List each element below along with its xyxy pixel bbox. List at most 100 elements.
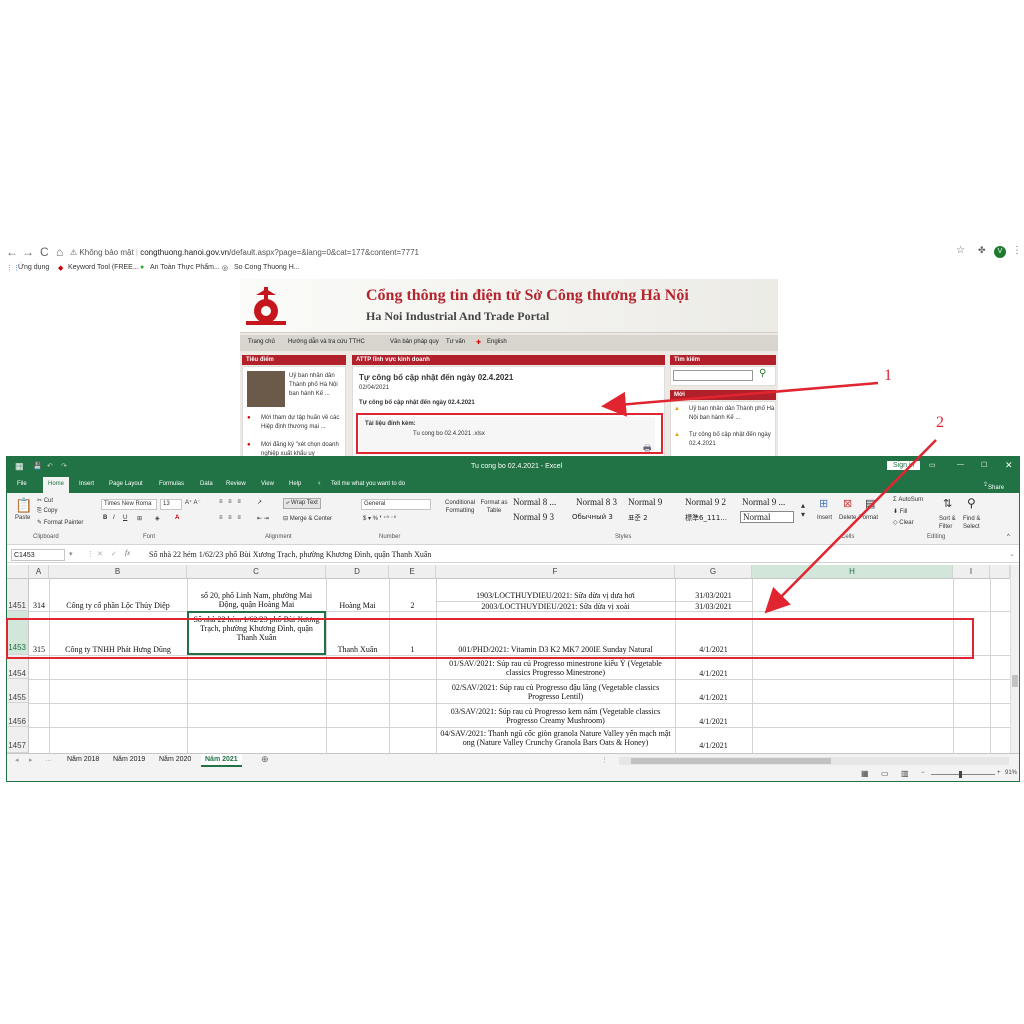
tab-formulas[interactable]: Formulas [159, 481, 184, 487]
format-cells-button[interactable]: Format [859, 515, 878, 521]
insert-cells-icon[interactable]: ⊞ [819, 497, 828, 510]
font-size-select[interactable]: 13 [160, 499, 182, 510]
orientation-icon[interactable]: ↗ [257, 499, 262, 506]
styles-scroll-icon[interactable]: ▴ ▾ [801, 501, 805, 519]
col-header-g[interactable]: G [675, 565, 752, 579]
italic-icon[interactable]: I [113, 515, 115, 521]
tab-insert[interactable]: Insert [79, 481, 94, 487]
cell-g1454[interactable]: 4/1/2021 [675, 669, 752, 678]
menu-item-consult[interactable]: Tư vấn [446, 339, 465, 345]
tab-home[interactable]: Home [43, 477, 70, 493]
formula-input[interactable]: Số nhà 22 hẻm 1/62/23 phố Bùi Xương Trạc… [149, 550, 431, 559]
reload-icon[interactable]: C [40, 245, 49, 259]
formula-bar-options-icon[interactable]: ⋮ [87, 550, 94, 558]
row-header[interactable]: 1451 [7, 579, 29, 611]
zoom-level[interactable]: 91% [1005, 770, 1017, 776]
col-header-b[interactable]: B [49, 565, 187, 579]
bookmark-food-safety[interactable]: An Toàn Thực Phẩm... [150, 264, 220, 271]
add-sheet-icon[interactable]: ⊕ [261, 754, 269, 765]
autosum-button[interactable]: Σ AutoSum [893, 497, 923, 503]
page-break-view-icon[interactable]: ▥ [901, 769, 909, 778]
close-icon[interactable]: ✕ [1005, 460, 1013, 471]
back-icon[interactable]: ← [6, 245, 18, 259]
row-header[interactable]: 1457 [7, 727, 29, 753]
row-header[interactable]: 1455 [7, 679, 29, 703]
forward-icon[interactable]: → [22, 245, 34, 259]
cell-d1451[interactable]: Hoàng Mai [326, 601, 389, 610]
style-normal-9[interactable]: Normal 9 [628, 497, 662, 507]
star-icon[interactable]: ☆ [956, 245, 965, 256]
extensions-icon[interactable]: ✤ [978, 245, 986, 256]
cell-f1457[interactable]: 04/SAV/2021: Thanh ngũ cốc giòn granola … [436, 729, 675, 747]
save-icon[interactable]: 💾 [33, 462, 42, 470]
col-header-d[interactable]: D [326, 565, 389, 579]
tab-page-layout[interactable]: Page Layout [109, 481, 143, 487]
delete-cells-button[interactable]: Delete [839, 515, 856, 521]
menu-icon[interactable]: ⋮ [1012, 245, 1022, 256]
wrap-text-button[interactable]: ⤶ Wrap Text [283, 498, 321, 509]
menu-item-guide[interactable]: Hướng dẫn và tra cứu TTHC [288, 339, 365, 345]
sort-filter-button[interactable]: Sort & Filter [939, 515, 965, 531]
undo-icon[interactable]: ↶ [47, 462, 53, 470]
bookmark-keyword-tool[interactable]: Keyword Tool (FREE... [68, 264, 139, 271]
site-search-input[interactable] [673, 370, 753, 381]
tab-data[interactable]: Data [200, 481, 213, 487]
grow-font-icon[interactable]: A⁺ A⁻ [185, 499, 201, 506]
cell-c1451[interactable]: số 20, phố Linh Nam, phường Mai Động, qu… [187, 591, 326, 609]
format-painter-button[interactable]: ✎ Format Painter [37, 519, 83, 526]
conditional-formatting-button[interactable]: Conditional Formatting [443, 499, 477, 515]
select-all-corner[interactable] [7, 565, 29, 579]
font-color-icon[interactable]: A [175, 515, 179, 521]
number-format-select[interactable]: General [361, 499, 431, 510]
enter-icon[interactable]: ✓ [111, 550, 117, 558]
font-name-select[interactable]: Times New Roma [101, 499, 157, 510]
name-box[interactable]: C1453 [11, 549, 65, 561]
menu-item-english[interactable]: English [487, 339, 507, 345]
more-tabs-icon[interactable]: … [45, 756, 52, 763]
normal-view-icon[interactable]: ▦ [861, 769, 869, 778]
vertical-align-icons[interactable]: ≡ ≡ ≡ [219, 499, 243, 505]
menu-item-home[interactable]: Trang chủ [248, 339, 275, 345]
name-box-dropdown-icon[interactable]: ▾ [69, 550, 73, 558]
insert-cells-button[interactable]: Insert [817, 515, 832, 521]
sheet-tab-2018[interactable]: Năm 2018 [67, 756, 99, 763]
cell-a1451[interactable]: 314 [29, 601, 49, 610]
copy-button[interactable]: ⎘ Copy [37, 508, 57, 515]
number-format-icons[interactable]: $ ▾ % ❜ ⁺⁰ ⁻⁰ [363, 515, 396, 522]
avatar[interactable]: V [994, 246, 1006, 258]
cell-g1456[interactable]: 4/1/2021 [675, 717, 752, 726]
delete-cells-icon[interactable]: ⊠ [843, 497, 852, 510]
menu-item-legal[interactable]: Văn bản pháp quy [390, 339, 439, 345]
tab-review[interactable]: Review [226, 481, 246, 487]
merge-center-button[interactable]: ⊟ Merge & Center [283, 515, 332, 522]
style-normal-9-more[interactable]: Normal 9 ... [742, 497, 785, 507]
style-normal-9-2[interactable]: Normal 9 2 [685, 497, 726, 507]
tell-me-search[interactable]: Tell me what you want to do [331, 481, 405, 487]
cell-g1455[interactable]: 4/1/2021 [675, 693, 752, 702]
new-item[interactable]: Tự công bố cập nhật đến ngày 02.4.2021 [689, 431, 775, 449]
cell-f1451[interactable]: 1903/LOCTHUYDIEU/2021: Sữa dừa vị dưa hơ… [436, 591, 675, 600]
indent-icons[interactable]: ⇤ ⇥ [257, 515, 269, 522]
fill-color-icon[interactable]: ◈ [155, 515, 160, 522]
col-header-c[interactable]: C [187, 565, 326, 579]
tab-view[interactable]: View [261, 481, 274, 487]
new-item[interactable]: Uỷ ban nhân dân Thành phố Hà Nội ban hàn… [689, 405, 775, 423]
cell-f1455[interactable]: 02/SAV/2021: Súp rau củ Progresso đậu lă… [436, 683, 675, 701]
cell-f1452[interactable]: 2003/LOCTHUYDIEU/2021: Sữa dừa vị xoài [436, 602, 675, 611]
expand-formula-icon[interactable]: ⌄ [1009, 550, 1015, 558]
news-item[interactable]: Uỷ ban nhân dân Thành phố Hà Nội ban hàn… [289, 372, 345, 399]
style-normal-9-3[interactable]: Normal 9 3 [513, 512, 554, 522]
col-header-e[interactable]: E [389, 565, 436, 579]
cancel-icon[interactable]: ✕ [97, 550, 103, 558]
borders-icon[interactable]: ⊞ [137, 515, 142, 522]
scrollbar-thumb[interactable] [1012, 675, 1018, 687]
fill-button[interactable]: ⬇ Fill [893, 508, 907, 515]
address-bar[interactable]: ⚠ Không bảo mật | congthuong.hanoi.gov.v… [70, 244, 970, 261]
sheet-tab-2021[interactable]: Năm 2021 [201, 754, 242, 767]
share-button[interactable]: ⇪ Share [983, 481, 1004, 491]
paste-button[interactable]: Paste [15, 515, 30, 521]
find-icon[interactable]: ⚲ [967, 496, 976, 510]
bookmark-so-cong-thuong[interactable]: So Cong Thuong H... [234, 264, 300, 271]
search-icon[interactable]: ⚲ [759, 368, 766, 379]
cell-g1452[interactable]: 31/03/2021 [675, 602, 752, 611]
